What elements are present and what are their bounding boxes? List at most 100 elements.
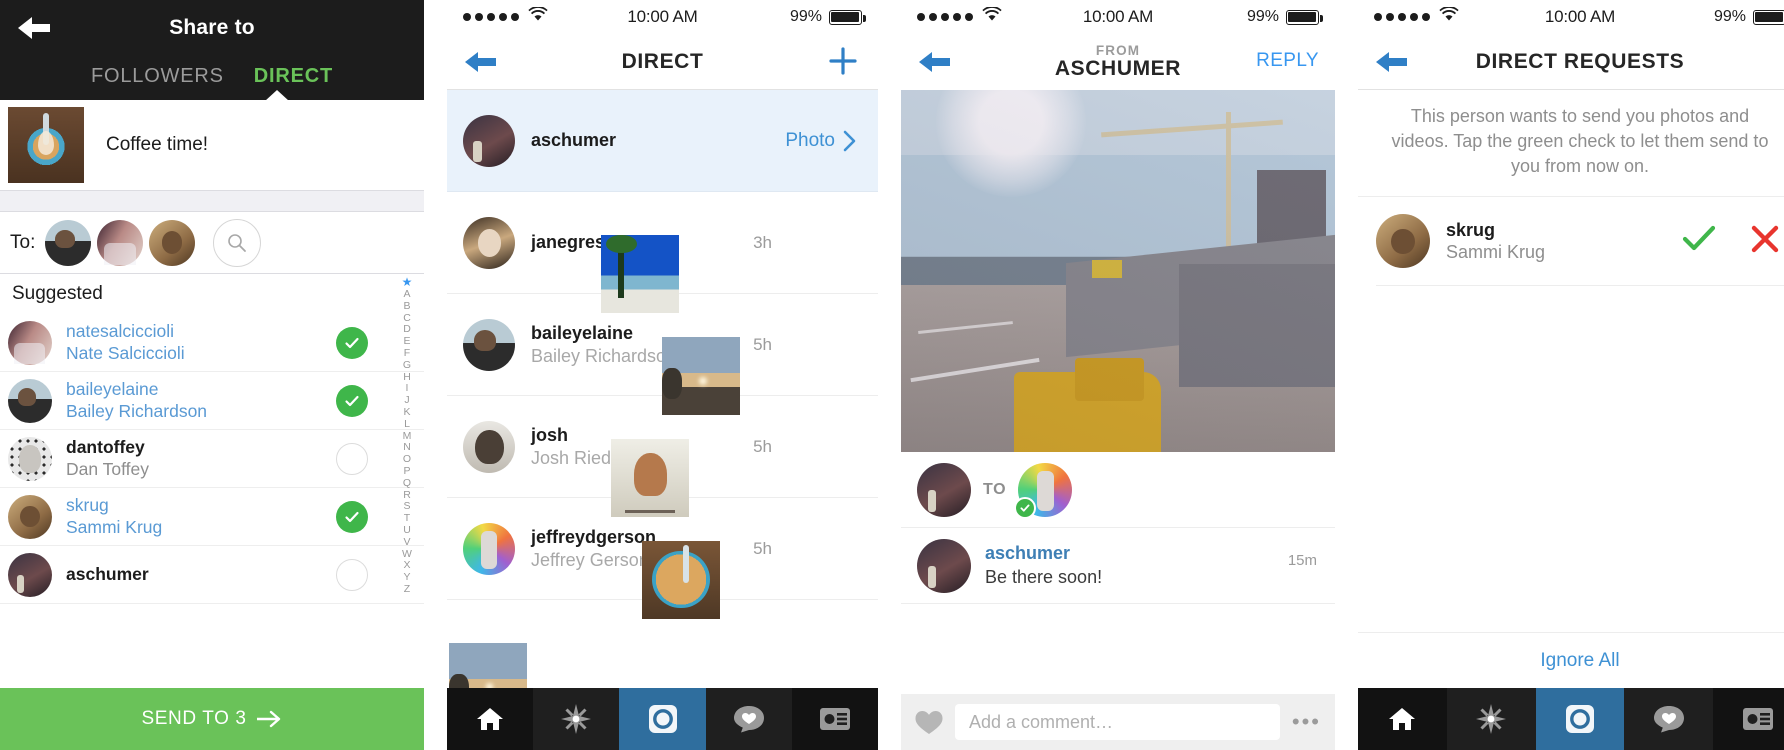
explore-star-icon: [561, 704, 592, 734]
battery-icon: [1753, 9, 1784, 25]
avatar: [8, 436, 52, 481]
activity-heart-icon: [1653, 706, 1684, 733]
index-letter[interactable]: U: [403, 524, 411, 537]
index-letter[interactable]: Z: [404, 583, 410, 596]
avatar[interactable]: [917, 538, 971, 593]
reply-button[interactable]: REPLY: [1256, 50, 1319, 72]
thread-row[interactable]: janegress 3h: [447, 192, 878, 313]
list-item[interactable]: dantoffey Dan Toffey: [0, 430, 424, 488]
index-letter[interactable]: P: [403, 465, 410, 478]
right-arrow-icon: [256, 710, 280, 728]
suggested-header: Suggested: [12, 283, 103, 304]
status-bar: 10:00 AM 99%: [447, 0, 878, 34]
thread-row[interactable]: aschumer Photo: [447, 90, 878, 192]
index-letter[interactable]: F: [404, 347, 410, 360]
thread-row[interactable]: josh Josh Riedel 5h: [447, 396, 878, 517]
more-dots-icon[interactable]: •••: [1292, 709, 1321, 735]
list-item[interactable]: natesalciccioli Nate Salciccioli: [0, 314, 424, 372]
select-checkbox[interactable]: [336, 442, 368, 475]
tab-camera[interactable]: [619, 688, 706, 750]
battery-area: 99%: [790, 8, 866, 26]
tab-direct[interactable]: DIRECT: [254, 65, 333, 88]
send-button-label: SEND TO 3: [141, 708, 247, 729]
search-icon[interactable]: [213, 218, 262, 267]
post-caption: Coffee time!: [106, 134, 209, 155]
list-item[interactable]: aschumer: [0, 546, 424, 604]
requests-info-text: This person wants to send you photos and…: [1358, 90, 1784, 198]
back-arrow-icon[interactable]: [14, 12, 54, 44]
select-checkbox[interactable]: [336, 500, 368, 533]
avatar[interactable]: [45, 219, 92, 266]
to-label: TO: [983, 480, 1007, 498]
back-arrow-icon[interactable]: [463, 48, 499, 76]
index-letter[interactable]: V: [403, 536, 410, 549]
tab-bar: [1358, 688, 1784, 750]
thread-fullname: Jeffrey Gerson: [531, 549, 649, 570]
tab-home[interactable]: [1358, 688, 1447, 750]
avatar: [463, 114, 515, 167]
tab-profile[interactable]: [1713, 688, 1784, 750]
list-item-username: natesalciccioli: [66, 321, 174, 342]
post-thumbnail: [8, 107, 84, 183]
tab-activity[interactable]: [1624, 688, 1714, 750]
thread-row[interactable]: [447, 600, 878, 721]
tab-explore[interactable]: [533, 688, 620, 750]
thread-row[interactable]: baileyelaine Bailey Richardson 5h: [447, 294, 878, 415]
avatar: [8, 552, 52, 597]
suggested-list: natesalciccioli Nate Salciccioli baileye…: [0, 314, 424, 604]
panel-thread: 10:00 AM 99% FROM ASCHUMER REPLY TO asch…: [901, 0, 1335, 750]
tab-home[interactable]: [447, 688, 534, 750]
thread-photo-link[interactable]: Photo: [785, 130, 856, 152]
list-item[interactable]: skrug Sammi Krug: [0, 488, 424, 546]
green-check-icon[interactable]: [1682, 224, 1716, 259]
thread-timestamp: 5h: [753, 538, 772, 558]
comment-username[interactable]: aschumer: [985, 542, 1102, 565]
avatar[interactable]: [97, 219, 144, 266]
select-checkbox[interactable]: [336, 558, 368, 591]
request-row: skrug Sammi Krug: [1358, 197, 1784, 285]
panel-gap: [878, 0, 901, 750]
back-arrow-icon[interactable]: [1374, 48, 1410, 76]
request-fullname: Sammi Krug: [1446, 242, 1546, 263]
red-x-icon[interactable]: [1750, 224, 1780, 259]
heart-icon[interactable]: [915, 710, 943, 735]
select-checkbox[interactable]: [336, 326, 368, 359]
avatar[interactable]: [1376, 214, 1430, 269]
index-letter[interactable]: L: [404, 418, 410, 431]
alphabet-index[interactable]: ★ A B C D E F G H I J K L M N O P Q R S …: [396, 276, 418, 596]
thread-navbar: FROM ASCHUMER REPLY: [901, 34, 1335, 90]
index-letter[interactable]: B: [403, 300, 410, 313]
send-button[interactable]: SEND TO 3: [0, 688, 424, 750]
index-letter[interactable]: Q: [403, 477, 411, 490]
recipients-row: TO: [901, 452, 1335, 528]
thread-fullname: Bailey Richardson: [531, 345, 677, 366]
request-username[interactable]: skrug: [1446, 219, 1545, 241]
status-bar: 10:00 AM 99%: [1358, 0, 1784, 34]
home-icon: [477, 708, 504, 730]
avatar[interactable]: [149, 219, 196, 266]
battery-area: 99%: [1714, 8, 1784, 26]
thread-row[interactable]: jeffreydgerson Jeffrey Gerson 5h: [447, 498, 878, 619]
plus-icon[interactable]: [828, 46, 858, 81]
panel-direct-list: 10:00 AM 99% DIRECT aschumer Photo janeg…: [447, 0, 878, 750]
select-checkbox[interactable]: [336, 384, 368, 417]
ignore-all-button[interactable]: Ignore All: [1358, 632, 1784, 688]
tab-explore[interactable]: [1446, 688, 1536, 750]
comment-row: aschumer Be there soon! 15m: [901, 528, 1335, 604]
index-letter[interactable]: G: [403, 359, 411, 372]
camera-icon: [1565, 705, 1594, 733]
tab-profile[interactable]: [791, 688, 878, 750]
tab-followers[interactable]: FOLLOWERS: [91, 65, 224, 88]
tab-camera[interactable]: [1535, 688, 1625, 750]
list-item[interactable]: baileyelaine Bailey Richardson: [0, 372, 424, 430]
thread-photo[interactable]: [901, 90, 1335, 452]
tab-activity[interactable]: [705, 688, 792, 750]
index-letter[interactable]: K: [403, 406, 410, 419]
avatar: [8, 494, 52, 539]
panel-direct-requests: 10:00 AM 99% DIRECT REQUESTS This person…: [1358, 0, 1784, 750]
comment-input[interactable]: Add a comment…: [955, 704, 1280, 740]
avatar: [917, 462, 971, 517]
back-arrow-icon[interactable]: [917, 48, 953, 76]
chevron-right-icon: [843, 130, 856, 151]
avatar: [463, 420, 515, 473]
